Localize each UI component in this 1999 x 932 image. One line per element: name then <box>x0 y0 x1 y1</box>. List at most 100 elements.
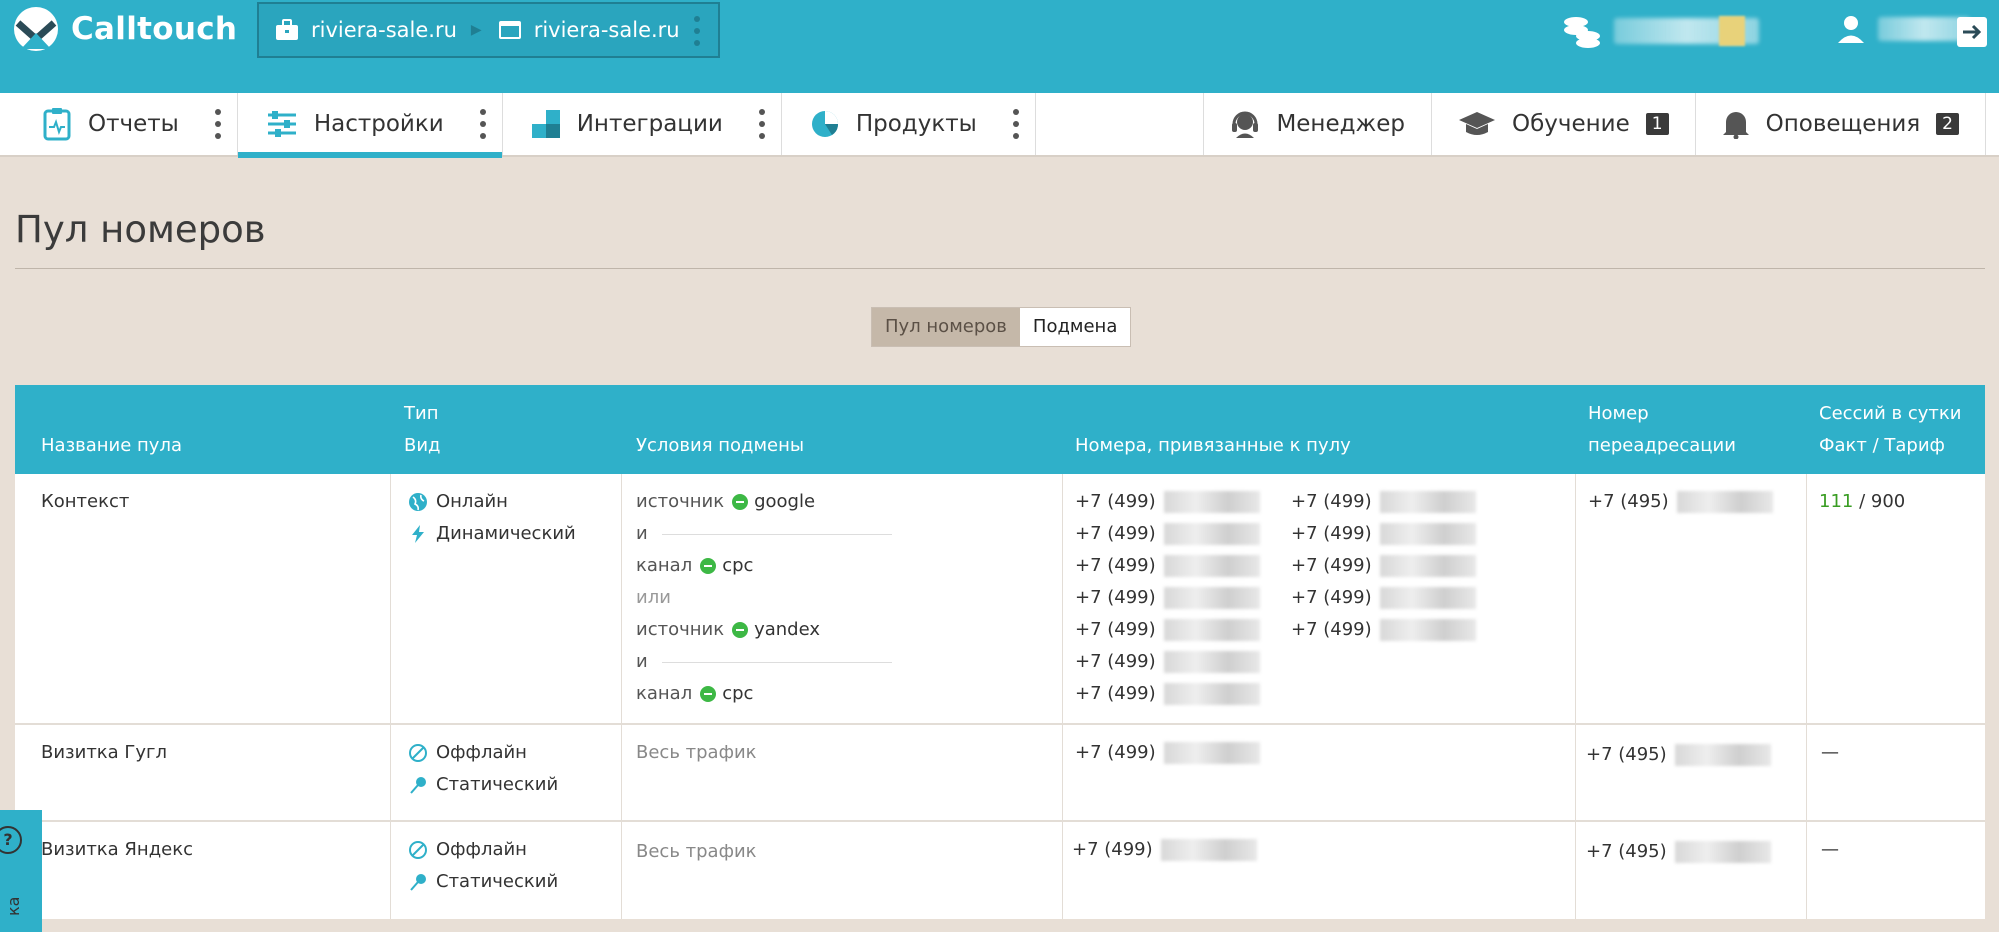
nav-training[interactable]: Обучение 1 <box>1432 93 1696 155</box>
training-count-badge: 1 <box>1645 113 1669 135</box>
table-row[interactable]: Визитка Гугл Оффлайн Статический Весь тр… <box>15 725 1985 822</box>
phone-number[interactable]: +7 (499) <box>1075 646 1260 678</box>
app-name: Calltouch <box>71 11 238 47</box>
tab-pool[interactable]: Пул номеров <box>872 308 1020 346</box>
graduation-cap-icon <box>1459 112 1495 135</box>
pool-kind: Статический <box>436 871 559 892</box>
redirect-number[interactable]: +7 (495) <box>1586 739 1771 771</box>
col-redirect[interactable]: Номер <box>1588 398 1649 430</box>
redirect-number[interactable]: +7 (495) <box>1588 486 1773 518</box>
tab-substitution[interactable]: Подмена <box>1019 308 1131 346</box>
help-label: ка <box>4 896 23 916</box>
products-kebab-icon[interactable] <box>1012 109 1019 139</box>
view-switcher: Пул номеров Подмена <box>871 307 1132 347</box>
notifications-count-badge: 2 <box>1936 113 1959 135</box>
chevron-right-icon: ▶ <box>470 22 482 38</box>
nav-products[interactable]: Продукты <box>782 93 1036 155</box>
pool-name[interactable]: Контекст <box>41 486 129 518</box>
nav-training-label: Обучение <box>1512 111 1630 137</box>
redirect-number[interactable]: +7 (495) <box>1586 836 1771 868</box>
phone-number[interactable]: +7 (499) <box>1072 834 1257 866</box>
phone-number[interactable]: +7 (499) <box>1291 582 1476 614</box>
separator <box>661 533 892 535</box>
col-conditions[interactable]: Условия подмены <box>636 430 804 462</box>
col-type[interactable]: Тип <box>404 398 438 430</box>
site-switcher[interactable]: riviera-sale.ru ▶ riviera-sale.ru <box>257 2 720 58</box>
page-title: Пул номеров <box>15 208 266 251</box>
nav-settings[interactable]: Настройки <box>237 93 503 158</box>
phone-number[interactable]: +7 (499) <box>1291 518 1476 550</box>
pool-name[interactable]: Визитка Яндекс <box>41 834 193 866</box>
puzzle-icon <box>531 110 560 138</box>
nav-notifications[interactable]: Оповещения 2 <box>1696 93 1986 155</box>
col-sessions[interactable]: Сессий в сутки <box>1819 398 1962 430</box>
phone-number[interactable]: +7 (499) <box>1075 737 1260 769</box>
nav-integrations[interactable]: Интеграции <box>503 93 782 155</box>
equals-icon <box>700 558 717 574</box>
sessions-tariff: 900 <box>1870 491 1906 512</box>
balance-indicator <box>1719 16 1745 46</box>
equals-icon <box>700 686 717 702</box>
phone-number[interactable]: +7 (499) <box>1075 486 1260 518</box>
substitution-conditions: источник google и канал cpc или источник ya… <box>636 474 892 723</box>
help-tab[interactable]: ? ка <box>0 810 42 932</box>
table-row[interactable]: Визитка Яндекс Оффлайн Статический Весь … <box>15 822 1985 919</box>
browser-window-icon <box>498 21 521 39</box>
sessions-fact-tariff: — <box>1821 839 1839 860</box>
substitution-conditions: Весь трафик <box>636 742 757 763</box>
col-kind[interactable]: Вид <box>404 430 441 462</box>
phone-number[interactable]: +7 (499) <box>1291 614 1476 646</box>
globe-icon <box>409 493 427 511</box>
equals-icon <box>732 622 749 638</box>
nav-reports[interactable]: Отчеты <box>14 93 238 155</box>
site-account-label[interactable]: riviera-sale.ru <box>311 18 457 42</box>
logout-button[interactable] <box>1957 17 1987 47</box>
pool-table: Название пула Тип Вид Условия подмены Но… <box>15 385 1985 919</box>
phone-number[interactable]: +7 (499) <box>1291 550 1476 582</box>
sessions-fact-tariff: — <box>1821 742 1839 763</box>
headset-icon <box>1232 111 1259 138</box>
nav-products-label: Продукты <box>855 111 977 137</box>
balance[interactable] <box>1562 14 1759 48</box>
substitution-conditions: Весь трафик <box>636 841 757 862</box>
integrations-kebab-icon[interactable] <box>758 109 765 139</box>
sessions-fact-tariff: 111 / 900 <box>1819 486 1905 518</box>
table-body: Контекст Онлайн Динамический источник goo… <box>15 474 1985 919</box>
reports-kebab-icon[interactable] <box>214 109 221 139</box>
phone-number[interactable]: +7 (499) <box>1075 550 1260 582</box>
settings-kebab-icon[interactable] <box>479 109 486 139</box>
col-sessions-2: Факт / Тариф <box>1819 435 1945 456</box>
separator <box>661 661 892 663</box>
top-bar: Calltouch riviera-sale.ru ▶ riviera-sale… <box>0 0 1999 93</box>
equals-icon <box>732 494 749 510</box>
main-navigation: Отчеты Настройки Интеграции Продукты Мен… <box>0 93 1999 158</box>
pool-kind: Динамический <box>436 523 576 544</box>
phone-number[interactable]: +7 (499) <box>1075 678 1260 710</box>
logo[interactable]: Calltouch <box>13 3 237 55</box>
no-entry-icon <box>409 841 427 859</box>
col-numbers[interactable]: Номера, привязанные к пулу <box>1075 430 1351 462</box>
calltouch-logo-icon <box>14 7 58 51</box>
title-divider <box>15 268 1985 269</box>
bell-icon <box>1722 112 1749 139</box>
site-menu-kebab-icon[interactable] <box>694 16 700 46</box>
pool-numbers-col-2: +7 (499) +7 (499) +7 (499) +7 (499) +7 (… <box>1291 474 1476 723</box>
pool-name[interactable]: Визитка Гугл <box>41 737 167 769</box>
user-icon <box>1838 16 1864 43</box>
pool-kind: Статический <box>436 774 559 795</box>
phone-number[interactable]: +7 (499) <box>1291 486 1476 518</box>
nav-manager[interactable]: Менеджер <box>1204 93 1432 155</box>
pool-type: Онлайн <box>436 491 508 512</box>
phone-number[interactable]: +7 (499) <box>1075 614 1260 646</box>
phone-number[interactable]: +7 (499) <box>1075 518 1260 550</box>
table-header: Название пула Тип Вид Условия подмены Но… <box>15 385 1985 474</box>
nav-manager-label: Менеджер <box>1276 111 1405 137</box>
user-menu[interactable] <box>1836 14 1970 44</box>
col-pool-name[interactable]: Название пула <box>41 430 182 462</box>
phone-number[interactable]: +7 (499) <box>1075 582 1260 614</box>
coins-icon <box>1564 17 1600 48</box>
col-redirect-2: переадресации <box>1588 435 1736 456</box>
table-row[interactable]: Контекст Онлайн Динамический источник goo… <box>15 474 1985 725</box>
pin-icon <box>410 874 426 891</box>
site-label[interactable]: riviera-sale.ru <box>534 18 680 42</box>
